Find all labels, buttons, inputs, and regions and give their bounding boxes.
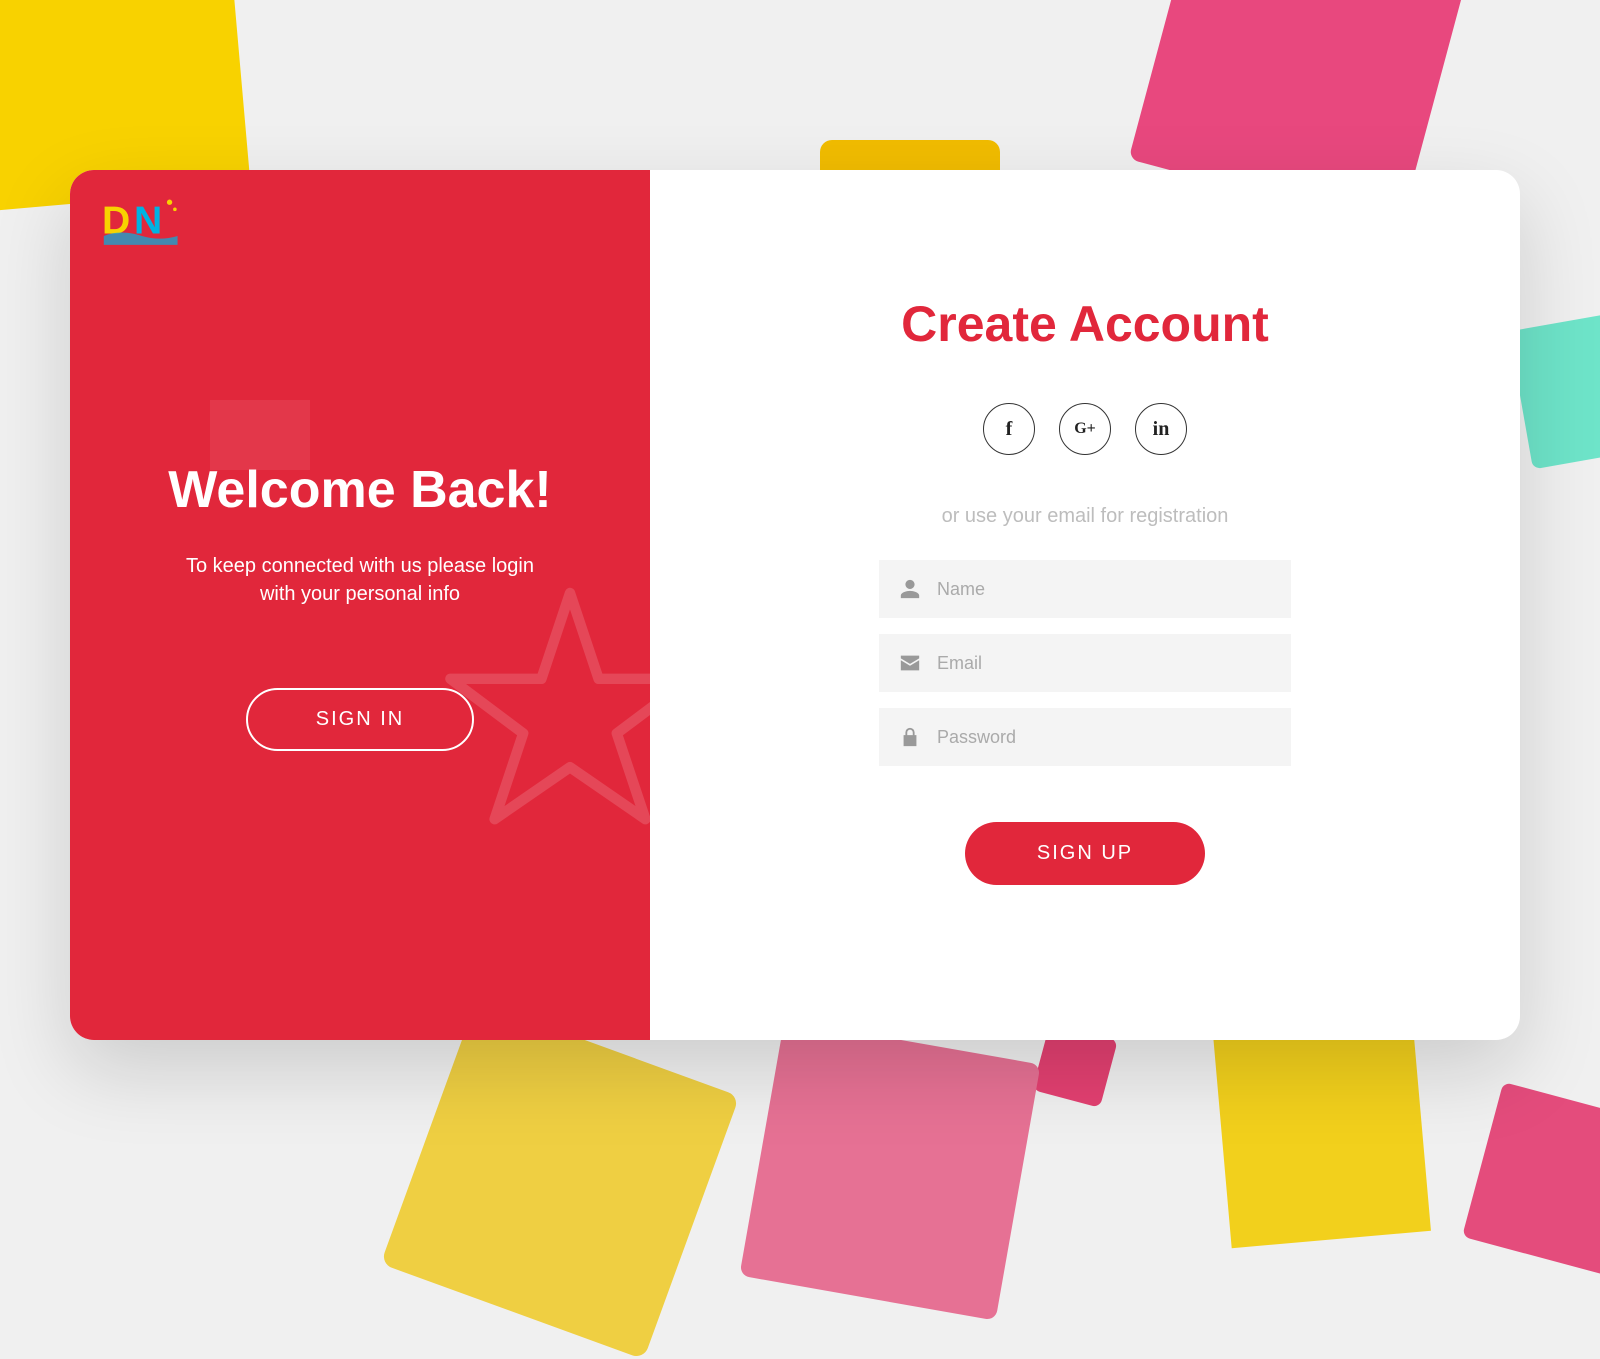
bg-decor <box>381 1001 740 1359</box>
bg-decor <box>1509 311 1600 470</box>
facebook-icon: f <box>1006 418 1013 441</box>
social-login-row: f G+ in <box>983 403 1187 455</box>
panel-decor <box>210 400 310 470</box>
lock-icon <box>899 726 921 748</box>
email-input[interactable] <box>937 653 1271 674</box>
logo: D N <box>102 190 182 250</box>
envelope-icon <box>899 652 921 674</box>
user-icon <box>899 578 921 600</box>
bg-decor <box>739 1019 1040 1320</box>
signup-button[interactable]: SIGN UP <box>965 822 1205 885</box>
google-icon: G+ <box>1074 420 1096 438</box>
welcome-panel: D N Welcome Back! To keep connected with… <box>70 170 650 1040</box>
linkedin-icon: in <box>1153 418 1170 441</box>
facebook-login-button[interactable]: f <box>983 403 1035 455</box>
linkedin-login-button[interactable]: in <box>1135 403 1187 455</box>
name-input-group <box>879 560 1291 618</box>
google-login-button[interactable]: G+ <box>1059 403 1111 455</box>
create-account-title: Create Account <box>901 295 1269 353</box>
email-input-group <box>879 634 1291 692</box>
auth-card: D N Welcome Back! To keep connected with… <box>70 170 1520 1040</box>
bg-decor <box>1462 1082 1600 1278</box>
password-input-group <box>879 708 1291 766</box>
or-divider-text: or use your email for registration <box>942 505 1229 528</box>
signup-panel: Create Account f G+ in or use your email… <box>650 170 1520 1040</box>
password-input[interactable] <box>937 727 1271 748</box>
star-icon <box>440 580 650 840</box>
name-input[interactable] <box>937 579 1271 600</box>
